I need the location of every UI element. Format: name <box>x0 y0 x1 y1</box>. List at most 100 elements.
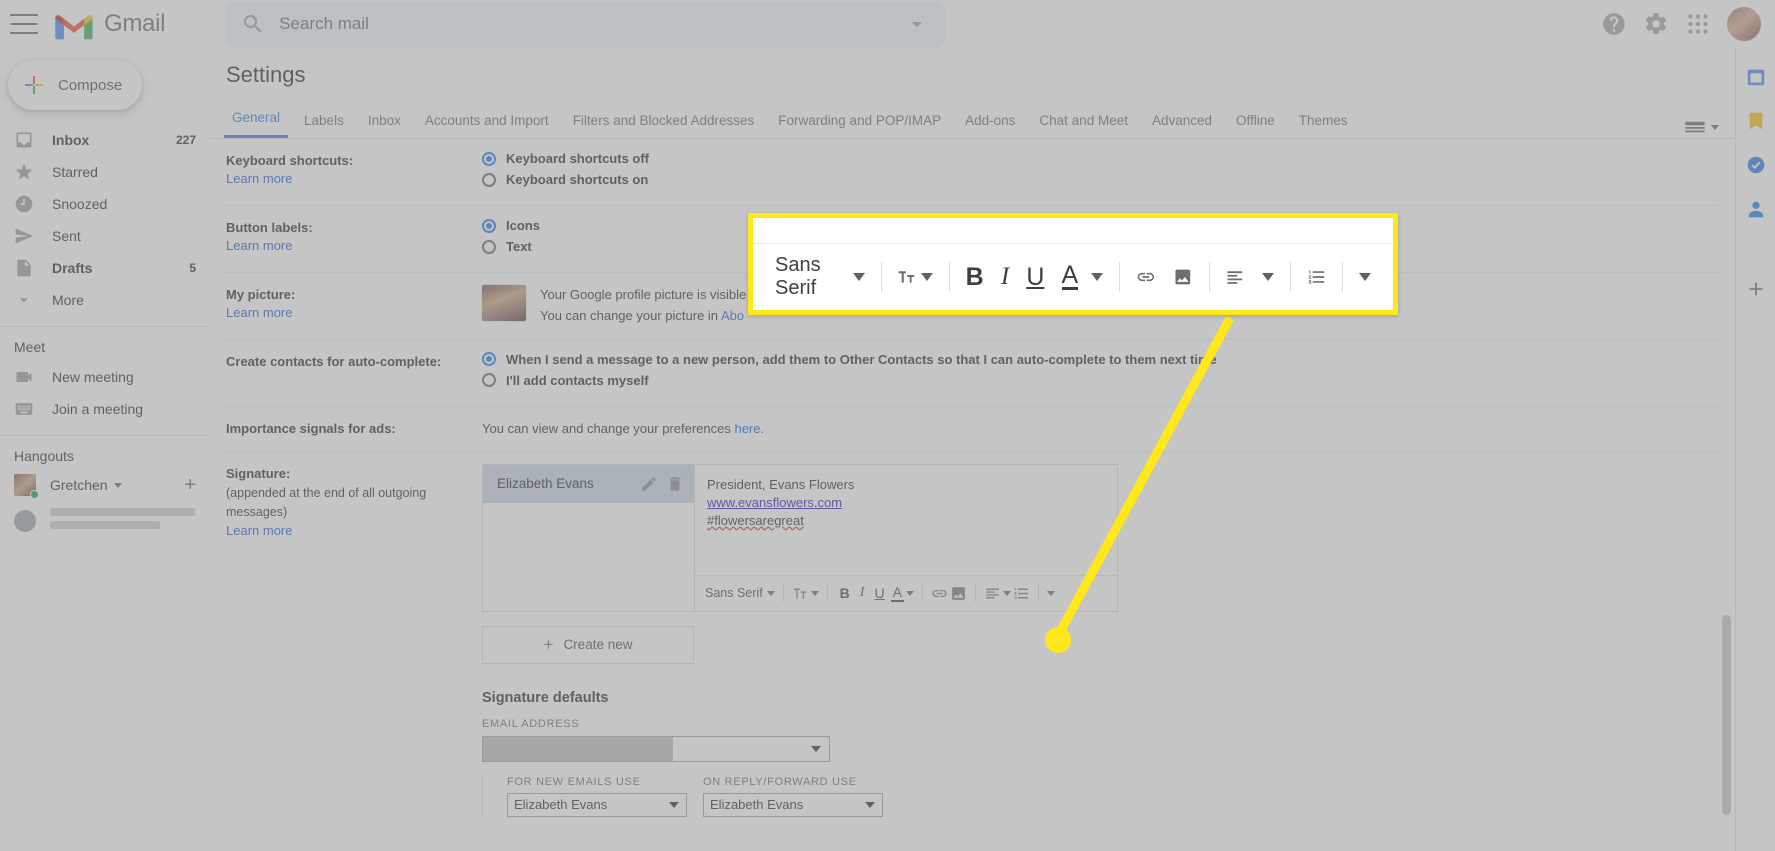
signature-body[interactable]: President, Evans Flowers www.evansflower… <box>695 465 1117 575</box>
vertical-scrollbar[interactable] <box>1722 615 1731 815</box>
sidebar-item-snoozed[interactable]: Snoozed <box>0 188 210 220</box>
align-left-icon[interactable] <box>984 585 1001 602</box>
hamburger-icon[interactable] <box>10 14 38 34</box>
tab-filters-and-blocked-addresses[interactable]: Filters and Blocked Addresses <box>565 107 763 138</box>
divider <box>1037 584 1039 603</box>
keep-notes-icon[interactable] <box>1745 110 1767 132</box>
sidebar-item-drafts[interactable]: Drafts 5 <box>0 252 210 284</box>
tab-labels[interactable]: Labels <box>296 107 352 138</box>
avatar[interactable] <box>1727 7 1761 41</box>
radio-button[interactable] <box>482 151 496 166</box>
bold-button[interactable]: B <box>966 263 984 292</box>
learn-more-link[interactable]: Learn more <box>226 238 482 253</box>
tab-offline[interactable]: Offline <box>1228 107 1283 138</box>
tasks-icon[interactable] <box>1745 154 1767 176</box>
more-options-icon[interactable] <box>1359 273 1372 281</box>
sidebar-item-inbox[interactable]: Inbox 227 <box>0 124 210 156</box>
draft-icon <box>17 259 31 277</box>
align-left-icon[interactable] <box>1225 262 1245 292</box>
sidebar-item-starred[interactable]: Starred <box>0 156 210 188</box>
display-density-button[interactable] <box>1684 120 1719 134</box>
learn-more-link[interactable]: Learn more <box>226 523 482 538</box>
more-options-icon[interactable] <box>1046 590 1055 596</box>
chevron-down-icon[interactable] <box>1091 273 1104 281</box>
radio-button[interactable] <box>482 352 496 367</box>
chevron-down-icon[interactable] <box>852 273 865 281</box>
italic-button[interactable]: I <box>856 585 869 601</box>
radio-button[interactable] <box>482 373 496 388</box>
sidebar-item-join-meeting[interactable]: Join a meeting <box>0 393 210 425</box>
for-new-emails-select[interactable]: Elizabeth Evans <box>507 792 687 817</box>
on-reply-forward-select[interactable]: Elizabeth Evans <box>703 792 883 817</box>
profile-picture[interactable] <box>482 285 526 321</box>
radio-button[interactable] <box>482 239 496 254</box>
chevron-down-icon[interactable] <box>766 590 775 596</box>
radio-option[interactable]: I'll add contacts myself <box>482 373 1719 388</box>
calendar-icon[interactable] <box>1745 66 1767 88</box>
divider <box>1208 262 1210 292</box>
tab-advanced[interactable]: Advanced <box>1144 107 1220 138</box>
signature-list-item[interactable]: Elizabeth Evans <box>483 464 694 503</box>
nav-list: Inbox 227 Starred Snoozed Sent Drafts 5 … <box>0 124 210 316</box>
insert-image-icon[interactable] <box>950 585 967 602</box>
search-options-icon[interactable] <box>905 12 929 36</box>
pencil-icon[interactable] <box>640 475 658 493</box>
trash-icon[interactable] <box>666 475 684 493</box>
font-family-label[interactable]: Sans Serif <box>775 254 835 300</box>
underline-button[interactable]: U <box>1026 263 1044 292</box>
gear-icon[interactable] <box>1643 11 1669 37</box>
tab-accounts-and-import[interactable]: Accounts and Import <box>417 107 557 138</box>
search-input[interactable] <box>277 13 906 35</box>
learn-more-link[interactable]: Learn more <box>226 171 482 186</box>
plus-icon[interactable]: + <box>184 475 196 495</box>
chevron-down-icon[interactable] <box>1002 590 1011 596</box>
chevron-down-icon[interactable] <box>113 482 122 488</box>
signature-website-link[interactable]: www.evansflowers.com <box>707 495 842 510</box>
chevron-down-icon[interactable] <box>810 590 819 596</box>
gmail-logo[interactable]: Gmail <box>52 7 165 41</box>
chevron-down-icon[interactable] <box>920 273 933 281</box>
tab-add-ons[interactable]: Add-ons <box>957 107 1023 138</box>
tab-chat-and-meet[interactable]: Chat and Meet <box>1031 107 1136 138</box>
underline-button[interactable]: U <box>870 585 888 601</box>
about-me-link[interactable]: Abo <box>721 308 744 323</box>
tab-themes[interactable]: Themes <box>1291 107 1356 138</box>
link-icon[interactable] <box>931 585 948 602</box>
tab-general[interactable]: General <box>224 104 289 138</box>
hangouts-user-row[interactable]: Gretchen + <box>0 470 210 500</box>
email-address-select[interactable] <box>482 735 830 762</box>
font-family-label[interactable]: Sans Serif <box>703 586 765 600</box>
tab-forwarding-and-pop-imap[interactable]: Forwarding and POP/IMAP <box>770 107 949 138</box>
font-size-icon[interactable] <box>897 262 917 292</box>
apps-grid-icon[interactable] <box>1685 11 1711 37</box>
compose-button[interactable]: Compose <box>8 60 142 110</box>
learn-more-link[interactable]: Learn more <box>226 305 482 320</box>
chevron-down-icon[interactable] <box>1262 273 1275 281</box>
italic-button[interactable]: I <box>1001 263 1009 291</box>
chevron-down-icon[interactable] <box>905 590 914 596</box>
text-color-button[interactable]: A <box>1061 262 1079 291</box>
text-color-button[interactable]: A <box>890 585 904 602</box>
radio-button[interactable] <box>482 218 496 233</box>
link-icon[interactable] <box>1136 262 1156 292</box>
sidebar-label: Inbox <box>52 132 90 148</box>
numbered-list-icon[interactable] <box>1013 585 1030 602</box>
add-ons-plus-icon[interactable] <box>1745 278 1767 300</box>
radio-button[interactable] <box>482 172 496 187</box>
tab-inbox[interactable]: Inbox <box>360 107 409 138</box>
search-bar[interactable] <box>225 0 946 48</box>
contacts-icon[interactable] <box>1745 198 1767 220</box>
sidebar-item-new-meeting[interactable]: New meeting <box>0 361 210 393</box>
bold-button[interactable]: B <box>836 585 854 601</box>
create-new-signature-button[interactable]: + Create new <box>482 625 694 664</box>
insert-image-icon[interactable] <box>1173 262 1193 292</box>
preferences-here-link[interactable]: here <box>734 421 760 436</box>
numbered-list-icon[interactable] <box>1307 262 1327 292</box>
radio-option[interactable]: Keyboard shortcuts off <box>482 151 1719 166</box>
help-icon[interactable] <box>1601 11 1627 37</box>
font-size-icon[interactable] <box>792 585 809 602</box>
radio-option[interactable]: Keyboard shortcuts on <box>482 172 1719 187</box>
sidebar-item-sent[interactable]: Sent <box>0 220 210 252</box>
sidebar-item-more[interactable]: More <box>0 284 210 316</box>
radio-option[interactable]: When I send a message to a new person, a… <box>482 352 1719 367</box>
